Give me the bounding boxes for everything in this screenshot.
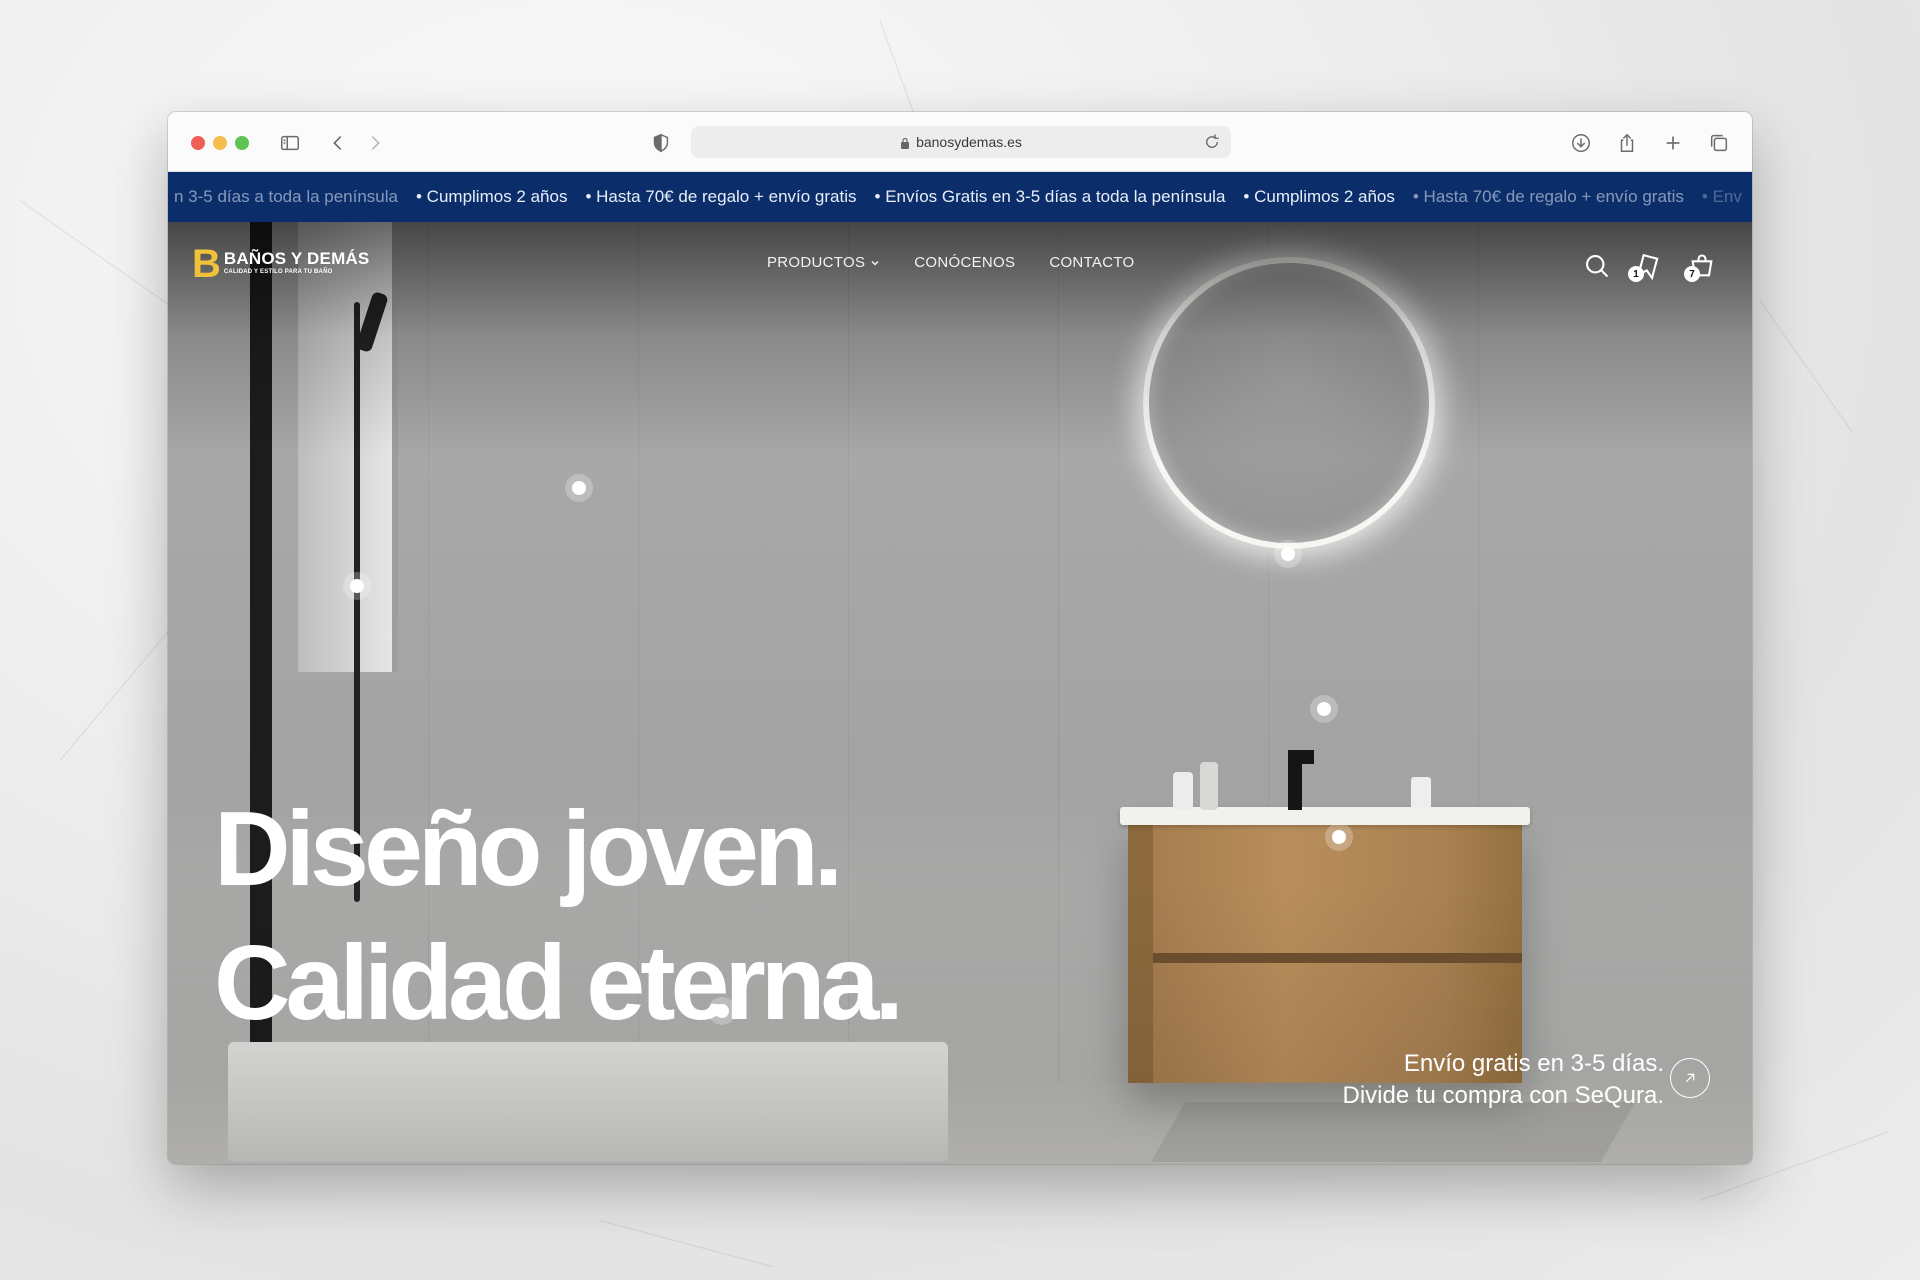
site-header: B BAÑOS Y DEMÁS CALIDAD Y ESTILO PARA TU… [168,222,1752,306]
nav-item-contacto[interactable]: CONTACTO [1049,254,1134,271]
wishlist-count-badge: 1 [1628,266,1644,282]
promo-arrow-button[interactable] [1670,1058,1710,1098]
product-hotspot[interactable] [565,474,593,502]
forward-icon[interactable] [361,130,389,156]
chevron-down-icon [871,260,879,266]
promo-line-1: Envío gratis en 3-5 días. [1403,1050,1664,1077]
cart-icon[interactable]: 7 [1684,252,1716,282]
logo-title: BAÑOS Y DEMÁS [223,249,370,268]
announcement-item: • Cumplimos 2 años [416,187,568,206]
main-nav: PRODUCTOS CONÓCENOS CONTACTO [767,254,1135,271]
product-hotspot[interactable] [1274,540,1302,568]
browser-toolbar: banosydemas.es [168,112,1752,172]
announcement-item: • Cumplimos 2 años [1243,187,1395,206]
address-url: banosydemas.es [916,134,1022,150]
announcement-item: • Env [1701,187,1742,206]
announcement-item: n 3-5 días a toda la península [174,187,398,206]
new-tab-icon[interactable] [1659,130,1687,156]
announcement-item: • Hasta 70€ de regalo + envío gratis [1412,187,1684,206]
sidebar-icon[interactable] [276,130,304,156]
promo-line-2: Divide tu compra con SeQura. [1342,1082,1664,1109]
reload-icon[interactable] [1203,133,1221,151]
nav-item-label: CONTACTO [1049,254,1135,271]
nav-item-label: PRODUCTOS [767,254,866,271]
product-hotspot[interactable] [1310,695,1338,723]
logo-mark: B [192,242,221,286]
hero-promo-text: Envío gratis en 3-5 días. Divide tu comp… [1343,1048,1664,1112]
search-icon[interactable] [1583,252,1611,280]
site-logo[interactable]: B BAÑOS Y DEMÁS CALIDAD Y ESTILO PARA TU… [192,242,370,286]
back-icon[interactable] [324,130,352,156]
lock-icon [900,136,910,149]
cart-count-badge: 7 [1684,266,1700,282]
announcement-item: • Envíos Gratis en 3-5 días a toda la pe… [874,187,1226,206]
close-window-button[interactable] [191,136,205,150]
nav-item-conocenos[interactable]: CONÓCENOS [914,254,1015,271]
address-bar[interactable]: banosydemas.es [691,126,1231,158]
nav-item-productos[interactable]: PRODUCTOS [767,254,880,271]
download-icon[interactable] [1567,130,1595,156]
product-hotspot[interactable] [343,572,371,600]
arrow-up-right-icon [1685,1073,1695,1083]
wishlist-icon[interactable]: 1 [1628,252,1662,282]
browser-window: banosydemas.es n 3-5 días a toda la pení… [168,112,1752,1164]
product-hotspot[interactable] [1325,823,1353,851]
share-icon[interactable] [1613,130,1641,156]
shield-icon[interactable] [647,130,675,156]
zoom-window-button[interactable] [235,136,249,150]
announcement-item: • Hasta 70€ de regalo + envío gratis [585,187,857,206]
logo-tagline: CALIDAD Y ESTILO PARA TU BAÑO [223,269,333,275]
hero-headline: Diseño joven. Calidad eterna. [214,782,904,1050]
nav-item-label: CONÓCENOS [914,254,1016,271]
minimize-window-button[interactable] [213,136,227,150]
hero-headline-line-2: Calidad eterna. [214,924,904,1042]
hero-headline-line-1: Diseño joven. [214,790,843,908]
announcement-bar: n 3-5 días a toda la península • Cumplim… [168,172,1752,222]
tabs-overview-icon[interactable] [1705,130,1733,156]
